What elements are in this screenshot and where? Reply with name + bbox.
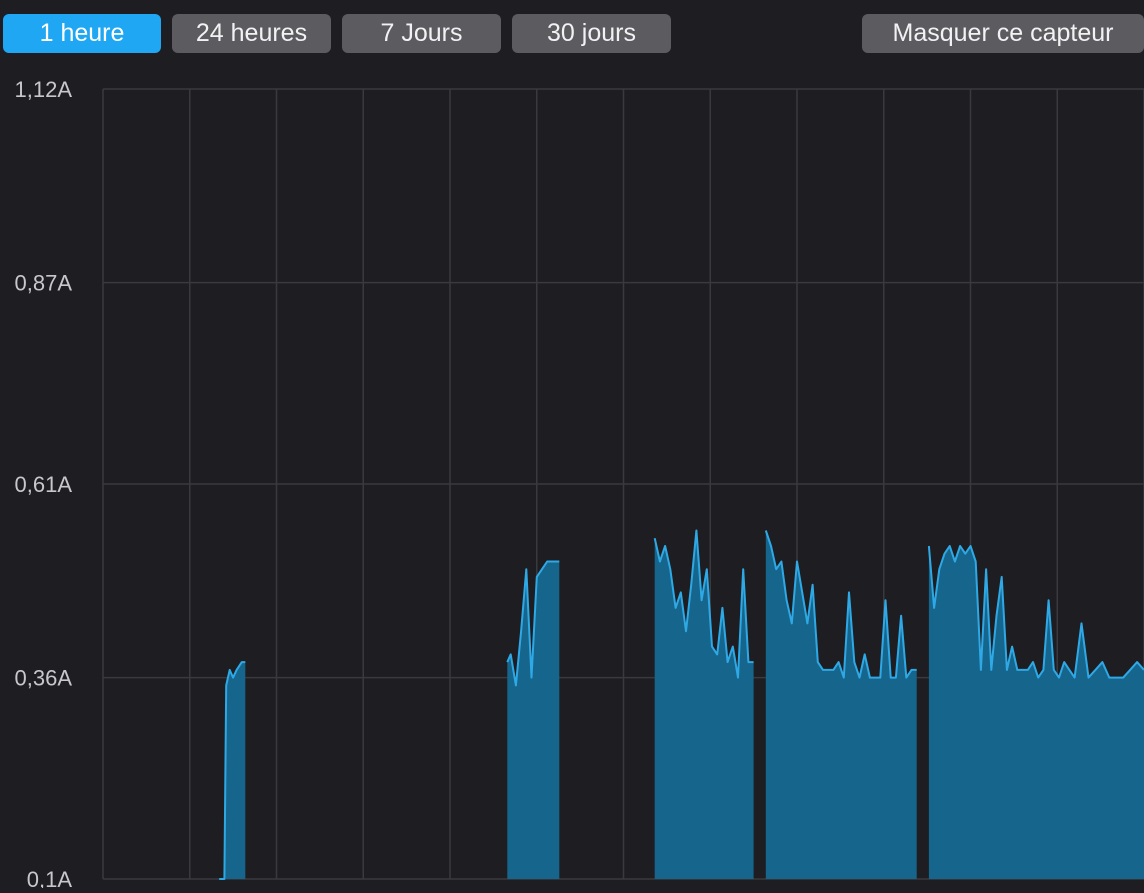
y-tick-label: 0,87A: [15, 271, 73, 296]
y-tick-label: 0,36A: [15, 666, 73, 691]
range-button-1-hour[interactable]: 1 heure: [3, 14, 161, 53]
hide-sensor-button[interactable]: Masquer ce capteur: [862, 14, 1144, 53]
y-tick-label: 1,12A: [15, 77, 73, 102]
chart-area: 0,1A 0,36A 0,61A 0,87A 1,12A: [0, 60, 1144, 892]
range-button-30-days[interactable]: 30 jours: [512, 14, 671, 53]
toolbar: 1 heure 24 heures 7 Jours 30 jours Masqu…: [0, 0, 1144, 60]
y-tick-label: 0,61A: [15, 472, 73, 497]
range-button-24-hours[interactable]: 24 heures: [172, 14, 331, 53]
series-area: [928, 546, 1144, 879]
range-button-7-days[interactable]: 7 Jours: [342, 14, 501, 53]
series-area: [507, 561, 560, 879]
current-chart: 0,1A 0,36A 0,61A 0,87A 1,12A: [15, 77, 1144, 892]
series-area: [219, 662, 246, 879]
y-tick-label: 0,1A: [27, 867, 73, 888]
series-area: [765, 530, 917, 879]
